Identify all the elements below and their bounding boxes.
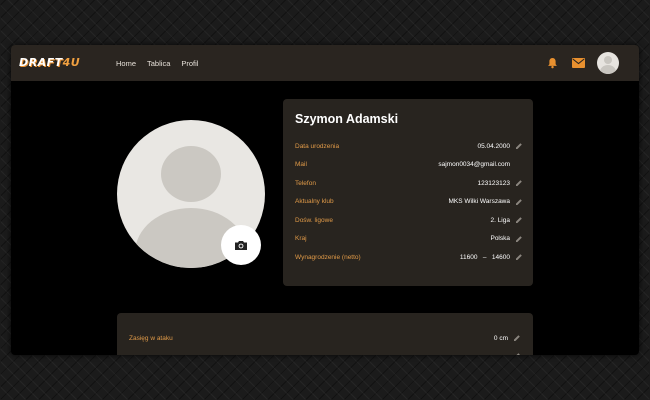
profile-fields: Data urodzenia 05.04.2000 Mail sajmon003…	[295, 137, 523, 267]
field-value: Polska	[490, 235, 510, 243]
change-photo-button[interactable]	[221, 225, 261, 265]
user-avatar[interactable]	[597, 52, 619, 74]
camera-icon	[235, 240, 247, 250]
pencil-icon[interactable]	[515, 142, 523, 150]
logo-text: DRAFT	[19, 55, 63, 69]
field-value: 11600 – 14600	[459, 253, 510, 261]
field-row: Wynagrodzenie (netto) 11600 – 14600	[295, 248, 523, 267]
field-value: 2. Liga	[490, 216, 510, 224]
app-window: DRAFT 4U Home Tablica Profil Szymon Adam…	[11, 45, 639, 355]
bell-icon[interactable]	[545, 56, 559, 70]
profile-info-card: Szymon Adamski Data urodzenia 05.04.2000…	[283, 99, 533, 286]
field-value: MKS Wilki Warszawa	[448, 198, 510, 206]
nav-link-home[interactable]: Home	[116, 59, 136, 68]
nav-links: Home Tablica Profil	[116, 45, 198, 81]
field-row: Dośw. ligowe 2. Liga	[295, 211, 523, 230]
logo[interactable]: DRAFT 4U	[19, 52, 80, 72]
field-label: Zasięg w ataku	[129, 334, 173, 342]
field-value: 05.04.2000	[477, 142, 510, 150]
nav-link-profil[interactable]: Profil	[181, 59, 198, 68]
stats-card: Zasięg w ataku 0 cm	[117, 313, 533, 355]
field-label: Dośw. ligowe	[295, 216, 333, 224]
pencil-icon[interactable]	[515, 216, 523, 224]
field-row-partial	[129, 347, 521, 355]
pencil-icon[interactable]	[515, 198, 523, 206]
pencil-icon[interactable]	[513, 334, 521, 342]
field-row: Telefon 123123123	[295, 174, 523, 193]
field-label: Data urodzenia	[295, 142, 340, 150]
field-label: Mail	[295, 161, 307, 169]
profile-name: Szymon Adamski	[295, 112, 399, 126]
nav-icons	[545, 45, 619, 81]
pencil-icon[interactable]	[513, 352, 521, 355]
field-row: Zasięg w ataku 0 cm	[129, 329, 521, 348]
pencil-icon[interactable]	[515, 253, 523, 261]
field-row: Aktualny klub MKS Wilki Warszawa	[295, 193, 523, 212]
field-label: Aktualny klub	[295, 198, 334, 206]
field-label: Telefon	[295, 179, 316, 187]
field-value: sajmon0034@gmail.com	[438, 161, 510, 169]
field-row: Data urodzenia 05.04.2000	[295, 137, 523, 156]
field-value: 0 cm	[493, 334, 508, 342]
profile-picture-head	[161, 146, 221, 202]
avatar-head-shape	[604, 56, 612, 64]
nav-link-tablica[interactable]: Tablica	[147, 59, 170, 68]
logo-accent: 4U	[62, 55, 81, 69]
field-label: Kraj	[295, 235, 307, 243]
mail-icon[interactable]	[571, 56, 585, 70]
field-row: Kraj Polska	[295, 230, 523, 249]
pencil-icon[interactable]	[515, 179, 523, 187]
field-value: 123123123	[477, 179, 510, 187]
field-row: Mail sajmon0034@gmail.com	[295, 156, 523, 175]
field-label: Wynagrodzenie (netto)	[295, 253, 361, 261]
avatar-body-shape	[600, 65, 616, 74]
navbar: DRAFT 4U Home Tablica Profil	[11, 45, 639, 81]
pencil-icon[interactable]	[515, 235, 523, 243]
